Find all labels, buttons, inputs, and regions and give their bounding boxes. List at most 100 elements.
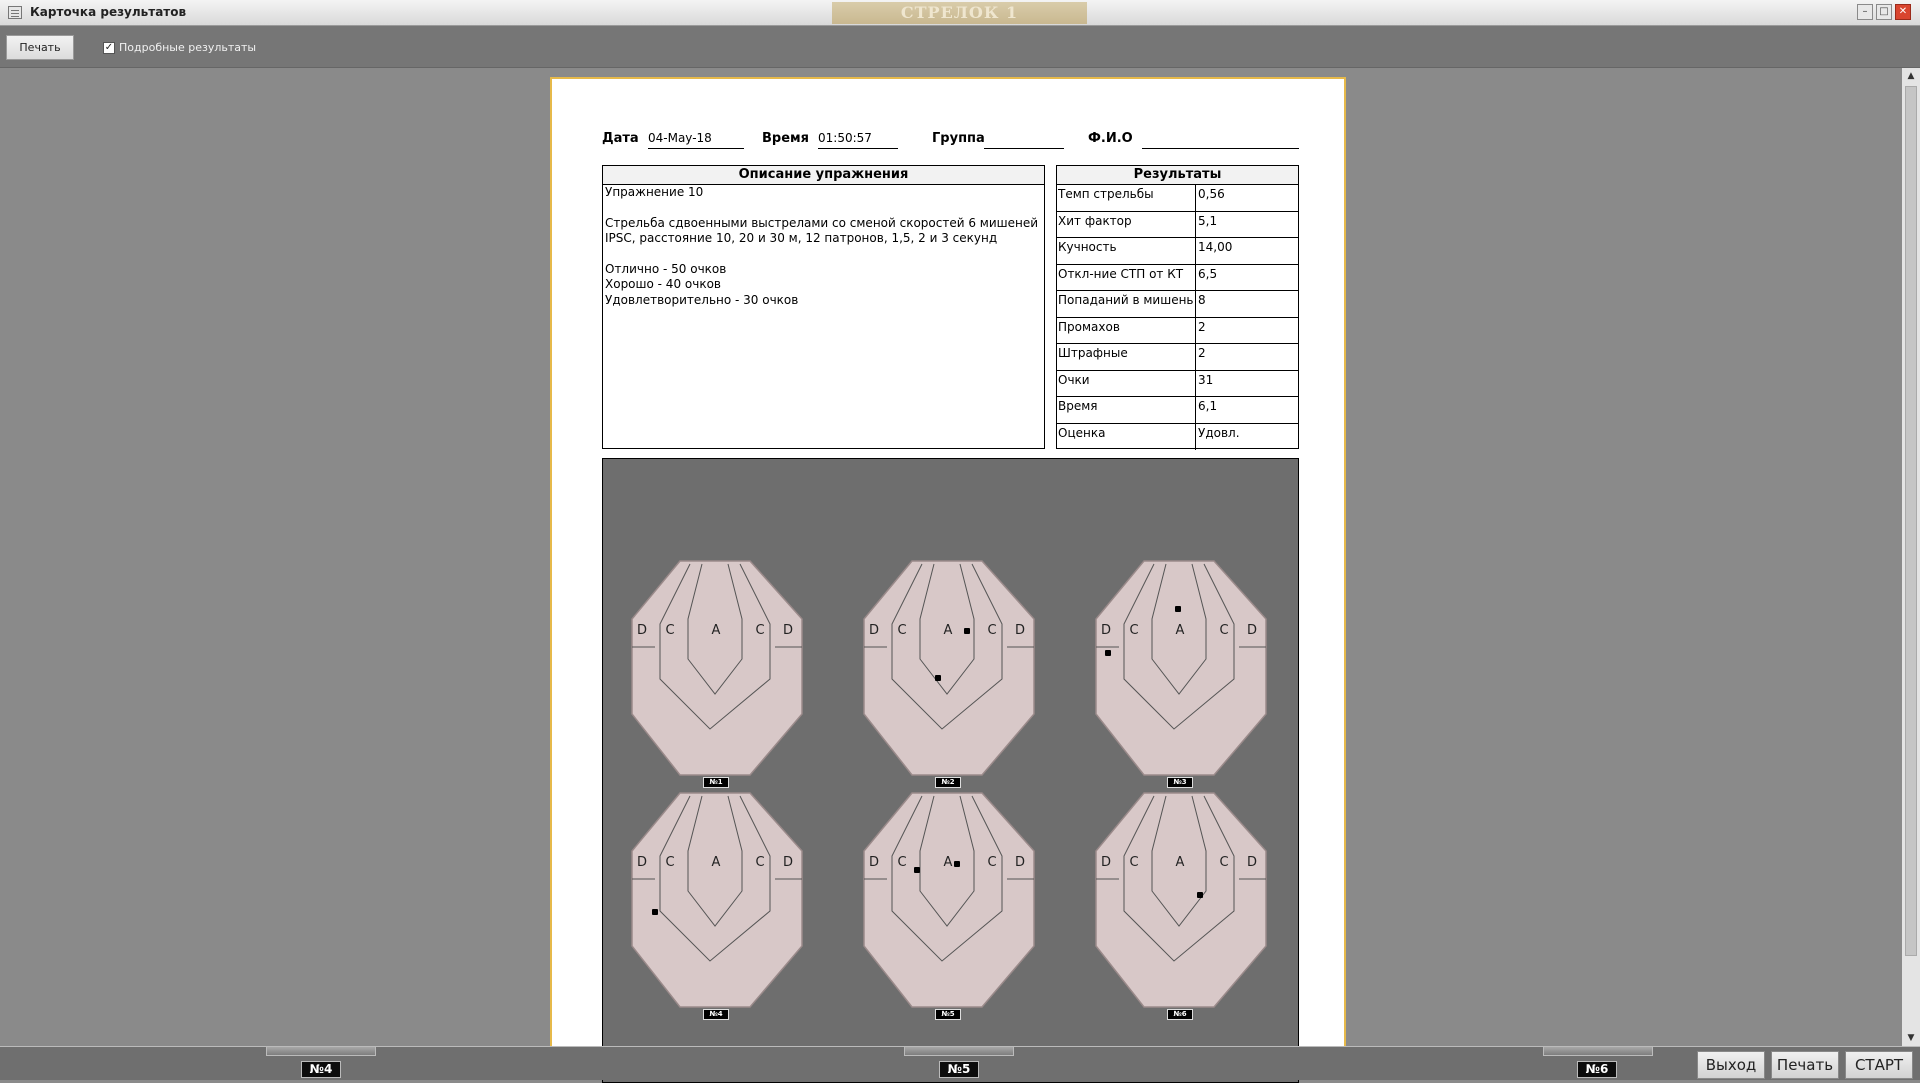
lane-tab [1543, 1047, 1653, 1056]
zone-label: C [755, 855, 765, 870]
target-5: D C A C D №5 [862, 791, 1042, 1021]
zone-label: C [897, 623, 907, 638]
target-3: D C A C D №3 [1094, 559, 1274, 789]
results-table: Результаты Темп стрельбы 0,56 Хит фактор 5… [1056, 165, 1299, 450]
target-number-label: №1 [703, 777, 729, 788]
lane-tab [266, 1047, 376, 1056]
zone-label: D [636, 623, 647, 638]
hit-mark [914, 867, 920, 873]
zone-label: A [943, 855, 953, 870]
title-bar: Карточка результатов СТРЕЛОК 1 – □ ✕ [0, 0, 1920, 26]
results-title: Результаты [1057, 166, 1298, 185]
lane-tab [904, 1047, 1014, 1056]
target-6: D C A C D №6 [1094, 791, 1274, 1021]
detailed-results-label[interactable]: Подробные результаты [119, 41, 256, 54]
result-value: 0,56 [1198, 187, 1225, 201]
zone-label: D [1014, 855, 1025, 870]
result-row-misses: Промахов 2 [1057, 317, 1298, 344]
hit-mark [954, 861, 960, 867]
result-label: Промахов [1058, 319, 1120, 334]
scroll-up-icon[interactable]: ▲ [1902, 68, 1920, 84]
window-title: Карточка результатов [30, 5, 187, 19]
result-value: 31 [1198, 372, 1214, 387]
date-label: Дата [602, 131, 639, 146]
target-shape [1095, 792, 1267, 1008]
zone-label: C [987, 855, 997, 870]
fio-value [1142, 131, 1299, 149]
description-line [603, 247, 1044, 262]
result-row-deviation: Откл-ние СТП от КТ 6,5 [1057, 264, 1298, 291]
fio-label: Ф.И.О [1088, 131, 1133, 146]
target-number-label: №6 [1167, 1009, 1193, 1020]
zone-label: D [1100, 855, 1111, 870]
menu-icon[interactable] [8, 6, 22, 19]
hit-mark [652, 909, 658, 915]
group-label: Группа [932, 131, 985, 146]
time-label: Время [762, 131, 810, 146]
result-label: Очки [1058, 372, 1090, 387]
time-value: 01:50:57 [818, 131, 898, 149]
result-value: Удовл. [1198, 425, 1240, 440]
target-shape [631, 560, 803, 776]
lane-6-indicator[interactable]: №6 [1577, 1061, 1617, 1078]
exercise-description: Описание упражнения Упражнение 10 Стрель… [602, 165, 1045, 449]
lane-4-indicator[interactable]: №4 [301, 1061, 341, 1078]
description-text: Упражнение 10 Стрельба сдвоенными выстре… [603, 185, 1044, 308]
zone-label: A [1175, 623, 1185, 638]
description-line: Хорошо - 40 очков [605, 277, 721, 292]
zone-label: D [1100, 623, 1111, 638]
description-line: Стрельба сдвоенными выстрелами со сменой… [605, 215, 1039, 230]
detailed-results-checkbox[interactable]: ✓ [103, 42, 115, 54]
result-value: 6,1 [1198, 399, 1218, 413]
hit-mark [1175, 606, 1181, 612]
zone-label: D [782, 855, 793, 870]
zone-label: D [782, 623, 793, 638]
vertical-scrollbar[interactable]: ▲ ▼ [1902, 68, 1920, 1046]
result-label: Откл-ние СТП от КТ [1058, 266, 1184, 281]
description-title: Описание упражнения [603, 166, 1044, 185]
bottom-bar: №4 №5 №6 Выход Печать СТАРТ [0, 1046, 1920, 1080]
description-line: Удовлетворительно - 30 очков [605, 292, 799, 307]
target-number-label: №4 [703, 1009, 729, 1020]
exit-button[interactable]: Выход [1697, 1051, 1765, 1079]
result-label: Кучность [1058, 240, 1117, 254]
zone-label: D [636, 855, 647, 870]
description-line [603, 200, 1044, 215]
zone-label: C [665, 623, 675, 638]
result-row-penalties: Штрафные 2 [1057, 344, 1298, 371]
target-shape [1095, 560, 1267, 776]
scroll-down-icon[interactable]: ▼ [1902, 1030, 1920, 1046]
hit-mark [964, 628, 970, 634]
result-row-hits: Попаданий в мишень 8 [1057, 291, 1298, 318]
zone-label: D [868, 623, 879, 638]
target-shape [863, 792, 1035, 1008]
result-row-grade: Оценка Удовл. [1057, 423, 1298, 450]
zone-label: A [711, 623, 721, 638]
hit-mark [1105, 650, 1111, 656]
lane-5-indicator[interactable]: №5 [939, 1061, 979, 1078]
zone-label: A [1175, 855, 1185, 870]
target-number-label: №5 [935, 1009, 961, 1020]
zone-label: C [987, 623, 997, 638]
close-icon[interactable]: ✕ [1895, 4, 1911, 20]
result-label: Хит фактор [1058, 213, 1132, 228]
maximize-icon[interactable]: □ [1876, 4, 1892, 20]
zone-label: C [897, 855, 907, 870]
hit-mark [1197, 892, 1203, 898]
print-button[interactable]: Печать [6, 35, 74, 60]
group-value [984, 131, 1064, 149]
zone-label: C [1129, 855, 1139, 870]
print-bottom-button[interactable]: Печать [1771, 1051, 1839, 1079]
shooter-badge: СТРЕЛОК 1 [832, 2, 1087, 24]
target-shape [631, 792, 803, 1008]
zone-label: A [943, 623, 953, 638]
zone-label: C [1219, 623, 1229, 638]
zone-label: D [1246, 623, 1257, 638]
start-button[interactable]: СТАРТ [1845, 1051, 1913, 1079]
minimize-icon[interactable]: – [1857, 4, 1873, 20]
target-number-label: №3 [1167, 777, 1193, 788]
scroll-thumb[interactable] [1905, 86, 1917, 956]
result-row-grouping: Кучность 14,00 [1057, 238, 1298, 265]
zone-label: D [1014, 623, 1025, 638]
result-value: 2 [1198, 346, 1206, 360]
